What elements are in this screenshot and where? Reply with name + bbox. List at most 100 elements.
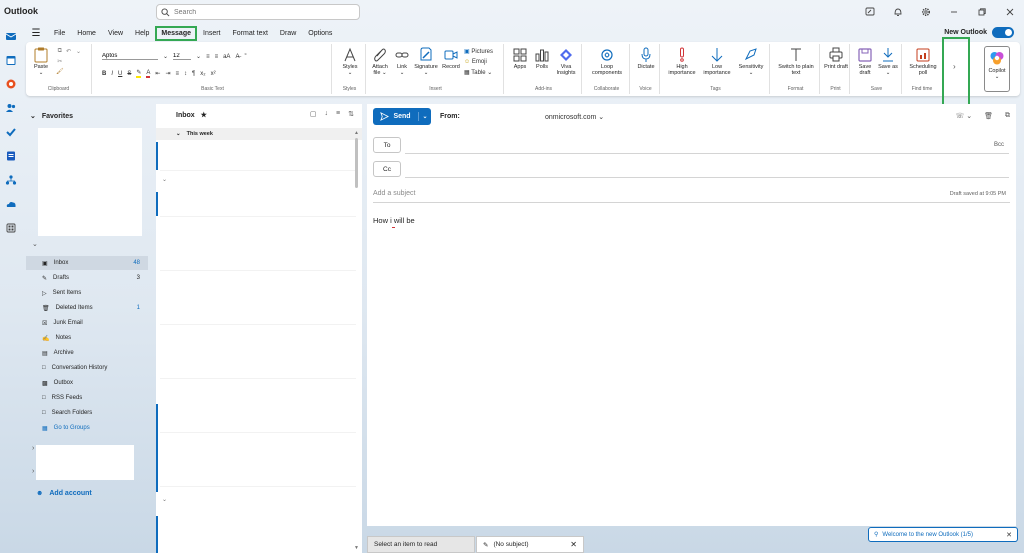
tab-format-text[interactable]: Format text [227,28,274,39]
print-draft-button[interactable]: Print draft [824,47,848,70]
tab-message[interactable]: Message [155,25,197,41]
mail-app-icon[interactable] [0,24,22,48]
new-outlook-toggle[interactable] [992,27,1014,38]
emoji-button[interactable]: ☺ Emoji [464,59,487,65]
bullets-icon[interactable]: ≡ [206,54,210,60]
chevron-right-icon[interactable]: › [32,468,34,475]
folder-search-folders[interactable]: □ Search Folders [26,406,148,420]
subscript-icon[interactable]: x₂ [200,71,205,77]
font-color-icon[interactable]: A [146,70,151,78]
list-item[interactable] [160,486,356,487]
quote-icon[interactable]: ” [244,54,246,60]
indent-decrease-icon[interactable]: ⇤ [155,70,160,77]
todo-app-icon[interactable] [0,120,22,144]
line-spacing-icon[interactable]: ↕ [184,71,187,77]
group-header[interactable]: ⌄ This week [156,128,362,140]
search-box[interactable] [156,4,360,20]
save-as-button[interactable]: Save as ⌄ [877,47,899,77]
undo-icon[interactable]: ↶ [66,48,71,55]
tab-help[interactable]: Help [129,28,155,39]
attach-file-button[interactable]: Attach file ⌄ [369,47,391,77]
search-input[interactable] [174,8,354,16]
office-app-icon[interactable] [0,72,22,96]
close-icon[interactable]: ✕ [1006,531,1012,539]
list-item[interactable] [160,324,356,325]
tab-file[interactable]: File [48,28,71,39]
dictate-button[interactable]: Dictate [634,47,658,70]
star-icon[interactable]: ★ [201,111,207,119]
more-apps-icon[interactable] [0,216,22,240]
apps-button[interactable]: Apps [510,47,530,70]
align-icon[interactable]: ≡ [175,71,179,77]
scroll-up-icon[interactable]: ▲ [354,130,359,136]
close-icon[interactable]: ✕ [570,540,577,549]
highlight-icon[interactable]: ✎ [136,69,142,78]
folder-archive[interactable]: ▤ Archive [26,346,148,360]
select-icon[interactable]: ▢ [310,110,317,118]
from-account-dropdown[interactable]: onmicrosoft.com ⌄ [545,113,604,121]
welcome-banner[interactable]: ⚲ Welcome to the new Outlook (1/5) ✕ [868,527,1018,542]
add-account-button[interactable]: ☻ Add account [36,490,92,497]
send-options-chevron-icon[interactable]: ⌄ [419,113,431,120]
tab-reading-pane[interactable]: Select an item to read [367,536,475,553]
jump-icon[interactable]: ↓ [325,110,329,118]
hamburger-icon[interactable]: ☰ [24,28,48,39]
chevron-right-icon[interactable]: › [32,445,34,452]
polls-button[interactable]: Polls [532,47,552,70]
tab-insert[interactable]: Insert [197,28,227,39]
folder-inbox[interactable]: ▣ Inbox 48 [26,256,148,270]
folder-drafts[interactable]: ✎ Drafts 3 [26,271,148,285]
format-painter-icon[interactable]: 🖌 [56,68,64,75]
switch-plain-text-button[interactable]: Switch to plain text [774,47,818,77]
org-app-icon[interactable] [0,168,22,192]
underline-icon[interactable]: U [118,71,122,77]
indent-increase-icon[interactable]: ⇥ [165,70,170,77]
to-input[interactable] [405,153,1009,154]
loop-components-button[interactable]: Loop components [586,47,628,77]
low-importance-button[interactable]: Low importance [700,47,734,77]
folder-deleted-items[interactable]: 🗑 Deleted Items 1 [26,301,148,315]
go-to-groups-link[interactable]: ▦ Go to Groups [26,421,148,435]
list-item[interactable] [160,170,356,171]
onedrive-app-icon[interactable] [0,192,22,216]
bcc-button[interactable]: Bcc [994,142,1004,148]
record-button[interactable]: Record [440,47,462,70]
favorites-header[interactable]: ⌄ Favorites [30,112,73,121]
pictures-button[interactable]: ▣ Pictures [464,48,493,55]
list-item[interactable] [160,378,356,379]
copy-icon[interactable]: ⧉ [58,48,62,55]
cc-button[interactable]: Cc [373,161,401,177]
cc-input[interactable] [405,177,1009,178]
folder-junk-email[interactable]: ☒ Junk Email [26,316,148,330]
folder-outbox[interactable]: ▩ Outbox [26,376,148,390]
bold-icon[interactable]: B [102,71,106,77]
whiteboard-icon[interactable] [856,3,884,21]
gear-icon[interactable] [912,3,940,21]
sensitivity-button[interactable]: Sensitivity ⌄ [734,47,768,77]
folder-conversation-history[interactable]: □ Conversation History [26,361,148,375]
sensitivity-icon[interactable]: ☏ ⌄ [956,112,973,120]
font-name-input[interactable] [102,53,158,60]
to-button[interactable]: To [373,137,401,153]
table-button[interactable]: ▦ Table ⌄ [464,69,492,76]
list-item[interactable] [160,432,356,433]
tab-view[interactable]: View [102,28,129,39]
minimize-icon[interactable] [940,3,968,21]
viva-insights-button[interactable]: Viva Insights [554,47,578,77]
sort-icon[interactable]: ⇅ [348,110,354,118]
italic-icon[interactable]: I [111,71,113,77]
chevron-down-icon[interactable]: ⌄ [162,496,167,503]
message-body[interactable]: How i will be [373,216,415,225]
styles-button[interactable]: Styles ⌄ [337,47,363,77]
clear-format-icon[interactable]: A̶ [235,54,239,60]
restore-icon[interactable] [968,3,996,21]
send-button[interactable]: Send ⌄ [373,108,431,125]
tab-draw[interactable]: Draw [274,28,302,39]
superscript-icon[interactable]: x² [211,71,216,77]
high-importance-button[interactable]: High importance [664,47,700,77]
folder-notes[interactable]: ✍ Notes [26,331,148,345]
link-button[interactable]: Link ⌄ [392,47,412,77]
tab-draft[interactable]: ✎ (No subject) ✕ [476,536,584,553]
calendar-app-icon[interactable] [0,48,22,72]
font-size-input[interactable] [173,53,192,60]
